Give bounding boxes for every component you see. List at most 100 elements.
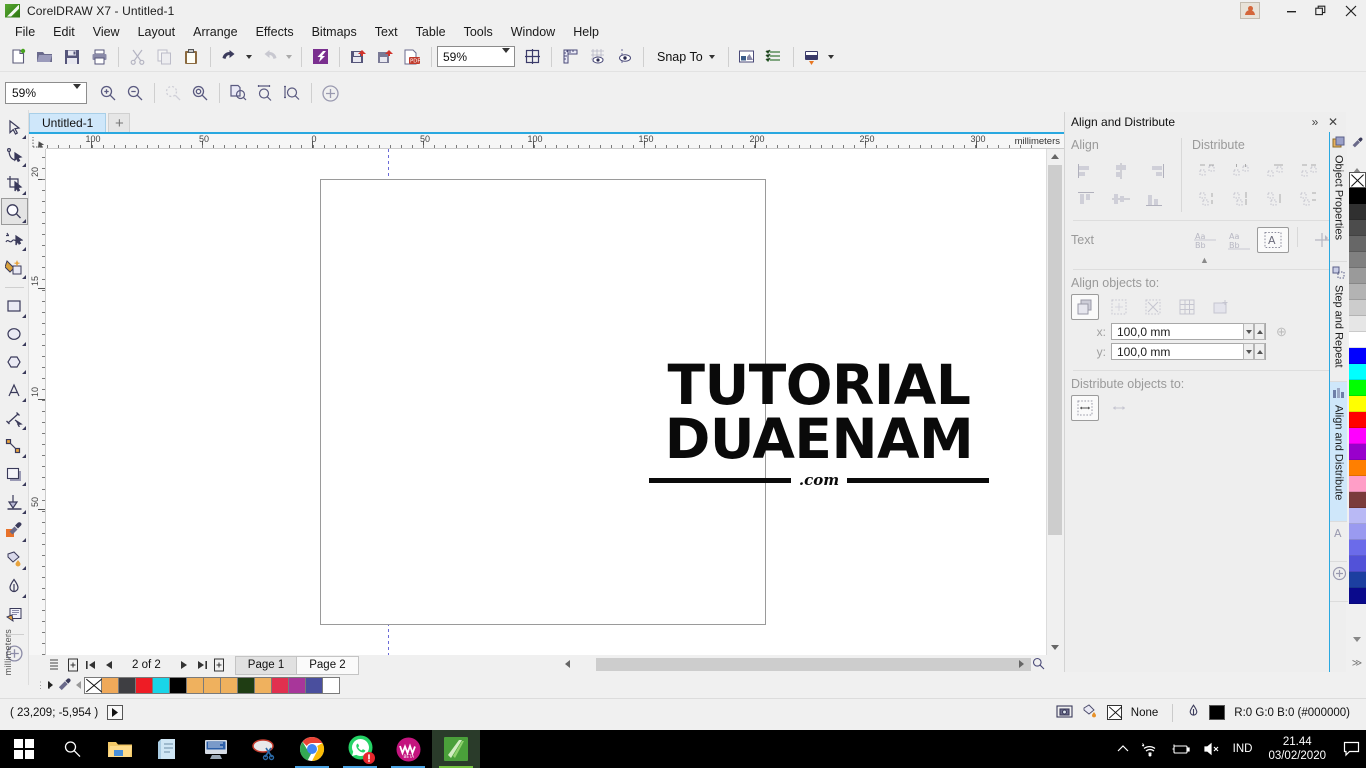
- menu-help[interactable]: Help: [564, 22, 608, 41]
- palette-swatch[interactable]: [1348, 524, 1366, 540]
- taskbar-google-chrome[interactable]: [288, 730, 336, 768]
- palette-swatch[interactable]: [203, 676, 221, 694]
- insert-page-before-button[interactable]: [64, 656, 82, 674]
- last-page-button[interactable]: [193, 656, 211, 674]
- palette-swatch[interactable]: [1348, 172, 1366, 188]
- palette-swatch[interactable]: [1348, 204, 1366, 220]
- menu-file[interactable]: File: [6, 22, 44, 41]
- align-to-grid-button[interactable]: [1173, 294, 1201, 320]
- vertical-scrollbar[interactable]: [1046, 149, 1063, 655]
- menu-bitmaps[interactable]: Bitmaps: [303, 22, 366, 41]
- align-to-edge-of-page-button[interactable]: [1105, 294, 1133, 320]
- align-center-horizontally-button[interactable]: [1105, 158, 1137, 184]
- palette-swatch[interactable]: [1348, 492, 1366, 508]
- docker-tab-align-and-distribute[interactable]: Align and Distribute: [1330, 382, 1347, 522]
- taskbar-wattpad[interactable]: BETA: [384, 730, 432, 768]
- object-manager-icon[interactable]: [761, 45, 787, 69]
- page-tab-page-1[interactable]: Page 1: [234, 655, 298, 675]
- text-first-line-baseline-button[interactable]: Aa Bb: [1189, 227, 1221, 253]
- taskbar-whatsapp[interactable]: [336, 730, 384, 768]
- palette-swatch[interactable]: [1348, 540, 1366, 556]
- open-document-icon[interactable]: [32, 45, 58, 69]
- parallel-dimension-tool[interactable]: [1, 405, 28, 432]
- publish-to-pdf-icon[interactable]: PDF: [399, 45, 425, 69]
- docker-tab-quick-customize[interactable]: [1330, 562, 1349, 602]
- launcher-dropdown-icon[interactable]: [826, 45, 837, 69]
- undo-icon[interactable]: [216, 45, 242, 69]
- first-page-button[interactable]: [82, 656, 100, 674]
- snap-to-button[interactable]: Snap To: [649, 45, 723, 69]
- action-center-icon[interactable]: [1336, 730, 1366, 768]
- text-tool[interactable]: [1, 377, 28, 404]
- align-to-center-of-page-button[interactable]: [1139, 294, 1167, 320]
- zoom-to-page-icon[interactable]: [225, 81, 251, 105]
- palette-swatch[interactable]: [1348, 412, 1366, 428]
- show-guidelines-icon[interactable]: [611, 45, 637, 69]
- application-launcher-icon[interactable]: [799, 45, 825, 69]
- distribute-spacing-horizontally-button[interactable]: [1260, 158, 1292, 184]
- fill-tool[interactable]: [1, 545, 28, 572]
- palette-swatch[interactable]: [1348, 460, 1366, 476]
- battery-icon[interactable]: [1165, 743, 1197, 756]
- palette-swatch[interactable]: [1348, 236, 1366, 252]
- taskbar-file-explorer[interactable]: [96, 730, 144, 768]
- show-rulers-icon[interactable]: [557, 45, 583, 69]
- shape-tool[interactable]: [1, 142, 28, 169]
- palette-eyedropper-icon[interactable]: [56, 677, 72, 693]
- palette-scroll-up-icon[interactable]: [1353, 153, 1361, 173]
- scroll-down-button[interactable]: [1048, 640, 1062, 655]
- new-document-tab-button[interactable]: +: [108, 113, 131, 132]
- distribute-to-extent-of-page-button[interactable]: [1105, 395, 1133, 421]
- color-eyedropper-tool[interactable]: [1, 517, 28, 544]
- palette-swatch[interactable]: [1348, 572, 1366, 588]
- docker-tab-object-properties[interactable]: Object Properties: [1330, 132, 1347, 262]
- align-bottom-button[interactable]: [1139, 186, 1171, 212]
- palette-swatch[interactable]: [169, 676, 187, 694]
- palette-swatch[interactable]: [1348, 476, 1366, 492]
- export-icon[interactable]: [372, 45, 398, 69]
- palette-swatch[interactable]: [1348, 556, 1366, 572]
- docker-collapse-section-arrow[interactable]: ▲: [1071, 255, 1338, 265]
- palette-swatch[interactable]: [1348, 380, 1366, 396]
- zoom-tool[interactable]: [0, 198, 28, 225]
- rectangle-tool[interactable]: [1, 293, 28, 320]
- palette-swatch[interactable]: [254, 676, 272, 694]
- network-icon[interactable]: [1135, 742, 1165, 757]
- distribute-left-button[interactable]: [1192, 158, 1224, 184]
- distribute-top-button[interactable]: [1192, 186, 1224, 212]
- palette-swatch[interactable]: [271, 676, 289, 694]
- start-button[interactable]: [0, 730, 48, 768]
- document-page[interactable]: TUTORIAL DUAENAM .com: [320, 179, 990, 625]
- align-left-button[interactable]: [1071, 158, 1103, 184]
- text-bounding-box-button[interactable]: A: [1257, 227, 1289, 253]
- minimize-button[interactable]: [1276, 0, 1306, 21]
- palette-swatch[interactable]: [1348, 444, 1366, 460]
- y-coordinate-input[interactable]: 100,0 mm: [1111, 343, 1266, 360]
- logo-artwork[interactable]: TUTORIAL DUAENAM .com: [649, 358, 990, 489]
- palette-swatch[interactable]: [322, 676, 340, 694]
- close-button[interactable]: [1336, 0, 1366, 21]
- palette-swatch[interactable]: [1348, 300, 1366, 316]
- menu-effects[interactable]: Effects: [247, 22, 303, 41]
- palette-swatch[interactable]: [1348, 508, 1366, 524]
- palette-scroll-right-icon[interactable]: [44, 677, 56, 693]
- distribute-bottom-button[interactable]: [1294, 186, 1326, 212]
- insert-page-after-button[interactable]: [211, 656, 229, 674]
- lock-ratio-icon[interactable]: ⊕: [1276, 324, 1287, 340]
- previous-page-button[interactable]: [100, 656, 118, 674]
- palette-expand-icon[interactable]: ≫: [1352, 658, 1362, 669]
- docker-tab-text-properties[interactable]: A: [1330, 522, 1347, 562]
- drawing-canvas[interactable]: TUTORIAL DUAENAM .com: [46, 149, 1046, 655]
- zoom-to-all-objects-icon[interactable]: [187, 81, 213, 105]
- taskbar-search-button[interactable]: [48, 730, 96, 768]
- palette-swatch[interactable]: [305, 676, 323, 694]
- crop-tool[interactable]: [1, 170, 28, 197]
- paste-icon[interactable]: [178, 45, 204, 69]
- document-tab-untitled-1[interactable]: Untitled-1: [29, 113, 107, 132]
- palette-swatch[interactable]: [186, 676, 204, 694]
- palette-swatch[interactable]: [1348, 316, 1366, 332]
- pick-tool[interactable]: [1, 114, 28, 141]
- distribute-spacing-vertically-button[interactable]: [1260, 186, 1292, 212]
- docker-collapse-icon[interactable]: »: [1306, 113, 1324, 131]
- distribute-right-button[interactable]: [1294, 158, 1326, 184]
